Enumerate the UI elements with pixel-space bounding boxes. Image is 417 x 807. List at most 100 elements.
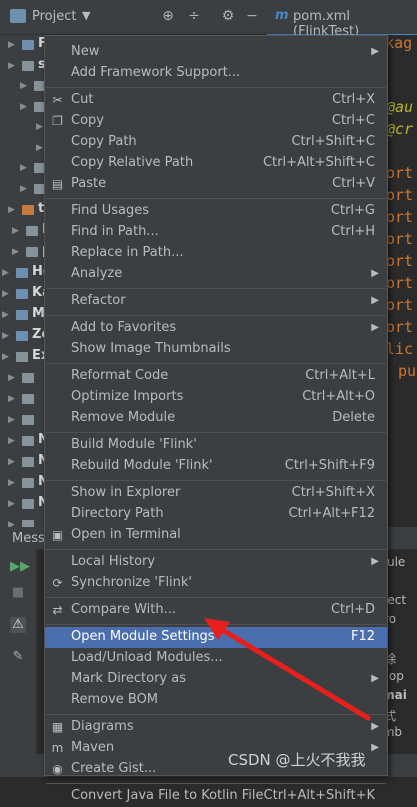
menu-item-analyze[interactable]: Analyze ▶ — [45, 264, 387, 285]
expand-arrow-icon[interactable]: ▶ — [8, 478, 15, 488]
expand-arrow-icon[interactable]: ▶ — [36, 143, 43, 153]
menu-item-replace-in-path[interactable]: Replace in Path... — [45, 243, 387, 264]
menu-item-label: Build Module 'Flink' — [71, 437, 197, 452]
maven-file-icon: m — [275, 8, 289, 23]
editor-tab-pom[interactable]: m pom.xml (FlinkTest) — [267, 0, 417, 39]
menu-item-find-usages[interactable]: Find Usages Ctrl+G — [45, 201, 387, 222]
code-line: ort — [386, 208, 414, 226]
hide-icon[interactable]: − — [244, 8, 260, 24]
annotation-arrow — [204, 618, 371, 721]
menu-separator — [46, 597, 386, 598]
wrench-icon[interactable]: ✎ — [10, 649, 26, 665]
expand-arrow-icon[interactable]: ▶ — [8, 40, 15, 50]
menu-item-label: Local History — [71, 554, 156, 569]
menu-item-optimize-imports[interactable]: Optimize Imports Ctrl+Alt+O — [45, 387, 387, 408]
expand-arrow-icon[interactable]: ▶ — [8, 499, 15, 509]
submenu-arrow-icon: ▶ — [371, 322, 379, 333]
rerun-icon[interactable]: ▶▶ — [10, 559, 30, 575]
menu-item-label: Rebuild Module 'Flink' — [71, 458, 213, 473]
menu-separator — [46, 363, 386, 364]
menu-item-find-in-path[interactable]: Find in Path... Ctrl+H — [45, 222, 387, 243]
expand-arrow-icon[interactable]: ▶ — [2, 331, 9, 341]
expand-arrow-icon[interactable]: ▶ — [8, 394, 15, 404]
code-line: ort — [386, 164, 414, 182]
menu-item-cut[interactable]: ✂ Cut Ctrl+X — [45, 90, 387, 111]
menu-item-label: Directory Path — [71, 506, 164, 521]
gear-icon[interactable]: ⚙ — [220, 8, 236, 24]
menu-item-directory-path[interactable]: Directory Path Ctrl+Alt+F12 — [45, 504, 387, 525]
code-line: lic — [386, 340, 414, 358]
expand-arrow-icon[interactable]: ▶ — [36, 122, 43, 132]
stop-icon[interactable]: ■ — [10, 585, 26, 601]
menu-item-open-in-terminal[interactable]: ▣ Open in Terminal — [45, 525, 387, 546]
menu-item-convert-java-file-to-kotlin-file[interactable]: Convert Java File to Kotlin File Ctrl+Alt… — [45, 786, 387, 807]
folder-icon — [26, 247, 38, 257]
menu-item-copy-path[interactable]: Copy Path Ctrl+Shift+C — [45, 132, 387, 153]
folder-icon — [16, 310, 28, 320]
expand-arrow-icon[interactable]: ▶ — [8, 415, 15, 425]
menu-item-label: Maven — [71, 740, 115, 755]
menu-item-label: Copy — [71, 113, 104, 128]
expand-arrow-icon[interactable]: ▶ — [2, 268, 9, 278]
expand-arrow-icon[interactable]: ▶ — [8, 436, 15, 446]
menu-item-shortcut: Delete — [332, 410, 375, 425]
code-line: @cr — [386, 120, 414, 138]
menu-item-show-in-explorer[interactable]: Show in Explorer Ctrl+Shift+X — [45, 483, 387, 504]
expand-arrow-icon[interactable]: ▶ — [12, 226, 19, 236]
menu-item-rebuild-module-flink[interactable]: Rebuild Module 'Flink' Ctrl+Shift+F9 — [45, 456, 387, 477]
expand-arrow-icon[interactable]: ▶ — [8, 61, 15, 71]
menu-item-new[interactable]: New ▶ — [45, 42, 387, 63]
menu-item-shortcut: Ctrl+Alt+Shift+C — [262, 155, 375, 170]
code-line: ort — [386, 296, 414, 314]
menu-item-local-history[interactable]: Local History ▶ — [45, 552, 387, 573]
expand-arrow-icon[interactable]: ▶ — [20, 102, 27, 112]
menu-item-synchronize-flink[interactable]: ⟳ Synchronize 'Flink' — [45, 573, 387, 594]
menu-item-copy[interactable]: ❐ Copy Ctrl+C — [45, 111, 387, 132]
expand-arrow-icon[interactable]: ▶ — [8, 205, 15, 215]
folder-icon — [22, 61, 34, 71]
collapse-icon[interactable]: ÷ — [186, 8, 202, 24]
warning-icon[interactable]: ⚠ — [10, 617, 26, 633]
expand-arrow-icon[interactable]: ▶ — [20, 163, 27, 173]
menu-item-label: Copy Relative Path — [71, 155, 194, 170]
chevron-down-icon[interactable]: ▼ — [82, 9, 90, 22]
menu-item-remove-module[interactable]: Remove Module Delete — [45, 408, 387, 429]
menu-item-add-to-favorites[interactable]: Add to Favorites ▶ — [45, 318, 387, 339]
locate-icon[interactable]: ⊕ — [160, 8, 176, 24]
submenu-arrow-icon: ▶ — [371, 46, 379, 57]
menu-item-add-framework-support[interactable]: Add Framework Support... — [45, 63, 387, 84]
expand-arrow-icon[interactable]: ▶ — [8, 373, 15, 383]
menu-item-build-module-flink[interactable]: Build Module 'Flink' — [45, 435, 387, 456]
submenu-arrow-icon: ▶ — [371, 742, 379, 753]
menu-item-reformat-code[interactable]: Reformat Code Ctrl+Alt+L — [45, 366, 387, 387]
folder-icon — [16, 331, 28, 341]
project-label: Project — [32, 9, 77, 24]
folder-icon — [22, 394, 34, 404]
menu-item-shortcut: Ctrl+Shift+X — [291, 485, 375, 500]
menu-item-label: Create Gist... — [71, 761, 157, 776]
expand-arrow-icon[interactable]: ▶ — [8, 457, 15, 467]
expand-arrow-icon[interactable]: ▶ — [12, 247, 19, 257]
menu-item-label: Add Framework Support... — [71, 65, 241, 80]
menu-item-shortcut: Ctrl+H — [331, 224, 375, 239]
menu-item-refactor[interactable]: Refactor ▶ — [45, 291, 387, 312]
expand-arrow-icon[interactable]: ▶ — [20, 184, 27, 194]
folder-icon — [16, 289, 28, 299]
menu-item-shortcut: Ctrl+X — [332, 92, 375, 107]
menu-item-label: Show in Explorer — [71, 485, 181, 500]
menu-item-label: Reformat Code — [71, 368, 169, 383]
folder-icon — [22, 373, 34, 383]
annotation-arrow-shaft — [213, 623, 371, 721]
menu-item-paste[interactable]: ▤ Paste Ctrl+V — [45, 174, 387, 195]
folder-icon — [26, 226, 38, 236]
messages-toolbar: ▶▶ ■ ⚠ ✎ — [0, 549, 37, 777]
expand-arrow-icon[interactable]: ▶ — [20, 81, 27, 91]
menu-item-label: Refactor — [71, 293, 126, 308]
menu-item-shortcut: Ctrl+Shift+C — [291, 134, 375, 149]
expand-arrow-icon[interactable]: ▶ — [2, 289, 9, 299]
menu-item-label: Remove BOM — [71, 692, 159, 707]
menu-item-show-image-thumbnails[interactable]: Show Image Thumbnails — [45, 339, 387, 360]
expand-arrow-icon[interactable]: ▶ — [2, 310, 9, 320]
menu-item-copy-relative-path[interactable]: Copy Relative Path Ctrl+Alt+Shift+C — [45, 153, 387, 174]
expand-arrow-icon[interactable]: ▶ — [2, 352, 9, 362]
